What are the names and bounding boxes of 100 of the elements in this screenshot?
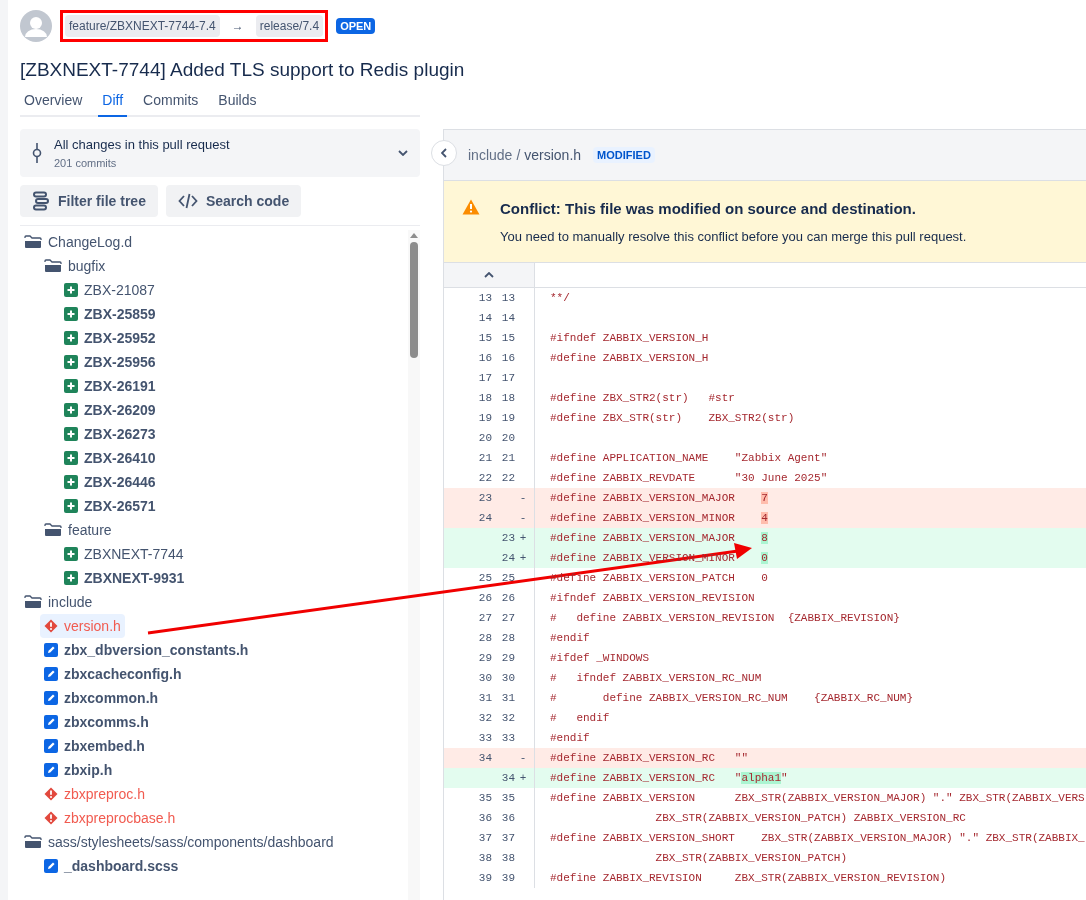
file-item[interactable]: ZBX-25952	[60, 326, 160, 350]
toolbar-button[interactable]: Search code	[165, 185, 302, 217]
line-number: 17	[500, 370, 515, 386]
file-item[interactable]: ZBX-26191	[60, 374, 160, 398]
line-number: 18	[477, 390, 492, 406]
line-number: 34	[500, 770, 515, 786]
file-item[interactable]: ZBX-21087	[60, 278, 159, 302]
line-number: 28	[500, 630, 515, 646]
line-number: 33	[477, 730, 492, 746]
line-number: 31	[477, 690, 492, 706]
file-name: ZBX-26446	[84, 472, 156, 492]
tab[interactable]: Builds	[214, 90, 261, 117]
code-line: **/	[550, 290, 570, 306]
code-line: ZBX_STR(ZABBIX_VERSION_PATCH)	[654, 850, 848, 866]
tab[interactable]: Diff	[98, 90, 128, 117]
scroll-up-icon[interactable]	[410, 232, 418, 238]
code-line: #define ZABBIX_VERSION_RC "alpha1"	[550, 770, 788, 786]
commit-icon	[32, 142, 42, 164]
selector-title: All changes in this pull request	[54, 136, 231, 154]
pencil-icon	[44, 691, 58, 705]
folder-name[interactable]: ChangeLog.d	[48, 231, 133, 253]
plus-icon	[64, 403, 78, 417]
line-number: 24	[477, 510, 492, 526]
file-item[interactable]: zbxip.h	[40, 758, 117, 782]
file-item[interactable]: zbx_dbversion_constants.h	[40, 638, 253, 662]
tab[interactable]: Commits	[139, 90, 203, 117]
folder-icon	[44, 259, 62, 273]
chevron-down-icon	[398, 150, 408, 156]
line-number: 20	[500, 430, 515, 446]
file-item[interactable]: ZBX-26273	[60, 422, 160, 446]
line-number: 38	[500, 850, 515, 866]
line-number: 13	[477, 290, 492, 306]
code-line: #define ZABBIX_VERSION_SHORT ZBX_STR(ZABBIX_VERSION_MAJOR) "." ZBX_STR(ZABBIX_	[550, 830, 1085, 846]
folder-name[interactable]: bugfix	[68, 255, 106, 277]
line-number: 15	[477, 330, 492, 346]
line-number: 20	[477, 430, 492, 446]
commit-selector[interactable]: All changes in this pull request 201 commits	[20, 129, 420, 177]
file-name: zbxip.h	[64, 760, 113, 780]
line-number: 16	[500, 350, 515, 366]
line-number: 39	[477, 870, 492, 886]
file-name: ZBX-21087	[84, 280, 155, 300]
line-number: 16	[477, 350, 492, 366]
branch-label[interactable]: feature/ZBXNEXT-7744-7.4	[65, 15, 220, 37]
diff-marker: +	[518, 550, 528, 566]
plus-icon	[64, 451, 78, 465]
file-item[interactable]: zbxcommon.h	[40, 686, 163, 710]
file-item[interactable]: zbxembed.h	[40, 734, 149, 758]
code-line: ZBX_STR(ZABBIX_VERSION_PATCH) ZABBIX_VERSION_RC	[654, 810, 966, 826]
line-number: 21	[477, 450, 492, 466]
plus-icon	[64, 427, 78, 441]
line-number: 25	[500, 570, 515, 586]
code-line: #define ZBX_STR2(str) #str	[550, 390, 735, 406]
line-number: 35	[500, 790, 515, 806]
line-number: 37	[500, 830, 515, 846]
scroll-thumb[interactable]	[410, 242, 418, 358]
file-item[interactable]: _dashboard.scss	[40, 854, 183, 878]
file-item[interactable]: ZBX-26571	[60, 494, 160, 518]
warning-icon	[44, 811, 58, 825]
chevron-left-icon	[441, 148, 447, 158]
line-number: 29	[477, 650, 492, 666]
line-number: 39	[500, 870, 515, 886]
file-item[interactable]: ZBX-26446	[60, 470, 160, 494]
file-item[interactable]: ZBX-26209	[60, 398, 160, 422]
pencil-icon	[44, 667, 58, 681]
avatar	[20, 10, 52, 42]
line-number: 19	[477, 410, 492, 426]
folder-name[interactable]: feature	[68, 519, 112, 541]
diff-marker: +	[518, 770, 528, 786]
file-item[interactable]: zbxcacheconfig.h	[40, 662, 186, 686]
file-name: ZBX-25952	[84, 328, 156, 348]
collapse-button[interactable]	[431, 140, 457, 166]
file-item[interactable]: ZBXNEXT-9931	[60, 566, 189, 590]
folder-name[interactable]: include	[48, 591, 93, 613]
file-name: ZBX-26410	[84, 448, 156, 468]
arrow-glyph: →	[230, 18, 245, 35]
plus-icon	[64, 331, 78, 345]
file-item[interactable]: ZBXNEXT-7744	[60, 542, 188, 566]
folder-path: include	[468, 145, 513, 165]
page-title: [ZBXNEXT-7744] Added TLS support to Redis plugin	[20, 58, 466, 82]
code-line: #define ZABBIX_VERSION_H	[550, 350, 709, 366]
file-item[interactable]: ZBX-25859	[60, 302, 160, 326]
toolbar-button[interactable]: Filter file tree	[20, 185, 158, 217]
line-number: 26	[477, 590, 492, 606]
line-number: 26	[500, 590, 515, 606]
code-line: #ifdef _WINDOWS	[550, 650, 650, 666]
code-line: #ifndef ZABBIX_VERSION_H	[550, 330, 709, 346]
conflict-message: You need to manually resolve this conflict before you can merge this pull request.	[500, 227, 967, 246]
pencil-icon	[44, 643, 58, 657]
tab[interactable]: Overview	[20, 90, 87, 117]
code-line: #ifndef ZABBIX_VERSION_REVISION	[550, 590, 755, 606]
file-item[interactable]: zbxcomms.h	[40, 710, 153, 734]
file-name: ZBX-26209	[84, 400, 156, 420]
file-item[interactable]: ZBX-25956	[60, 350, 160, 374]
line-number: 30	[500, 670, 515, 686]
file-item[interactable]: ZBX-26410	[60, 446, 160, 470]
branch-label[interactable]: release/7.4	[255, 15, 324, 37]
warning-icon	[44, 787, 58, 801]
line-number: 32	[500, 710, 515, 726]
file-name: zbxembed.h	[64, 736, 145, 756]
folder-name[interactable]: sass/stylesheets/sass/components/dashboard	[48, 831, 334, 853]
